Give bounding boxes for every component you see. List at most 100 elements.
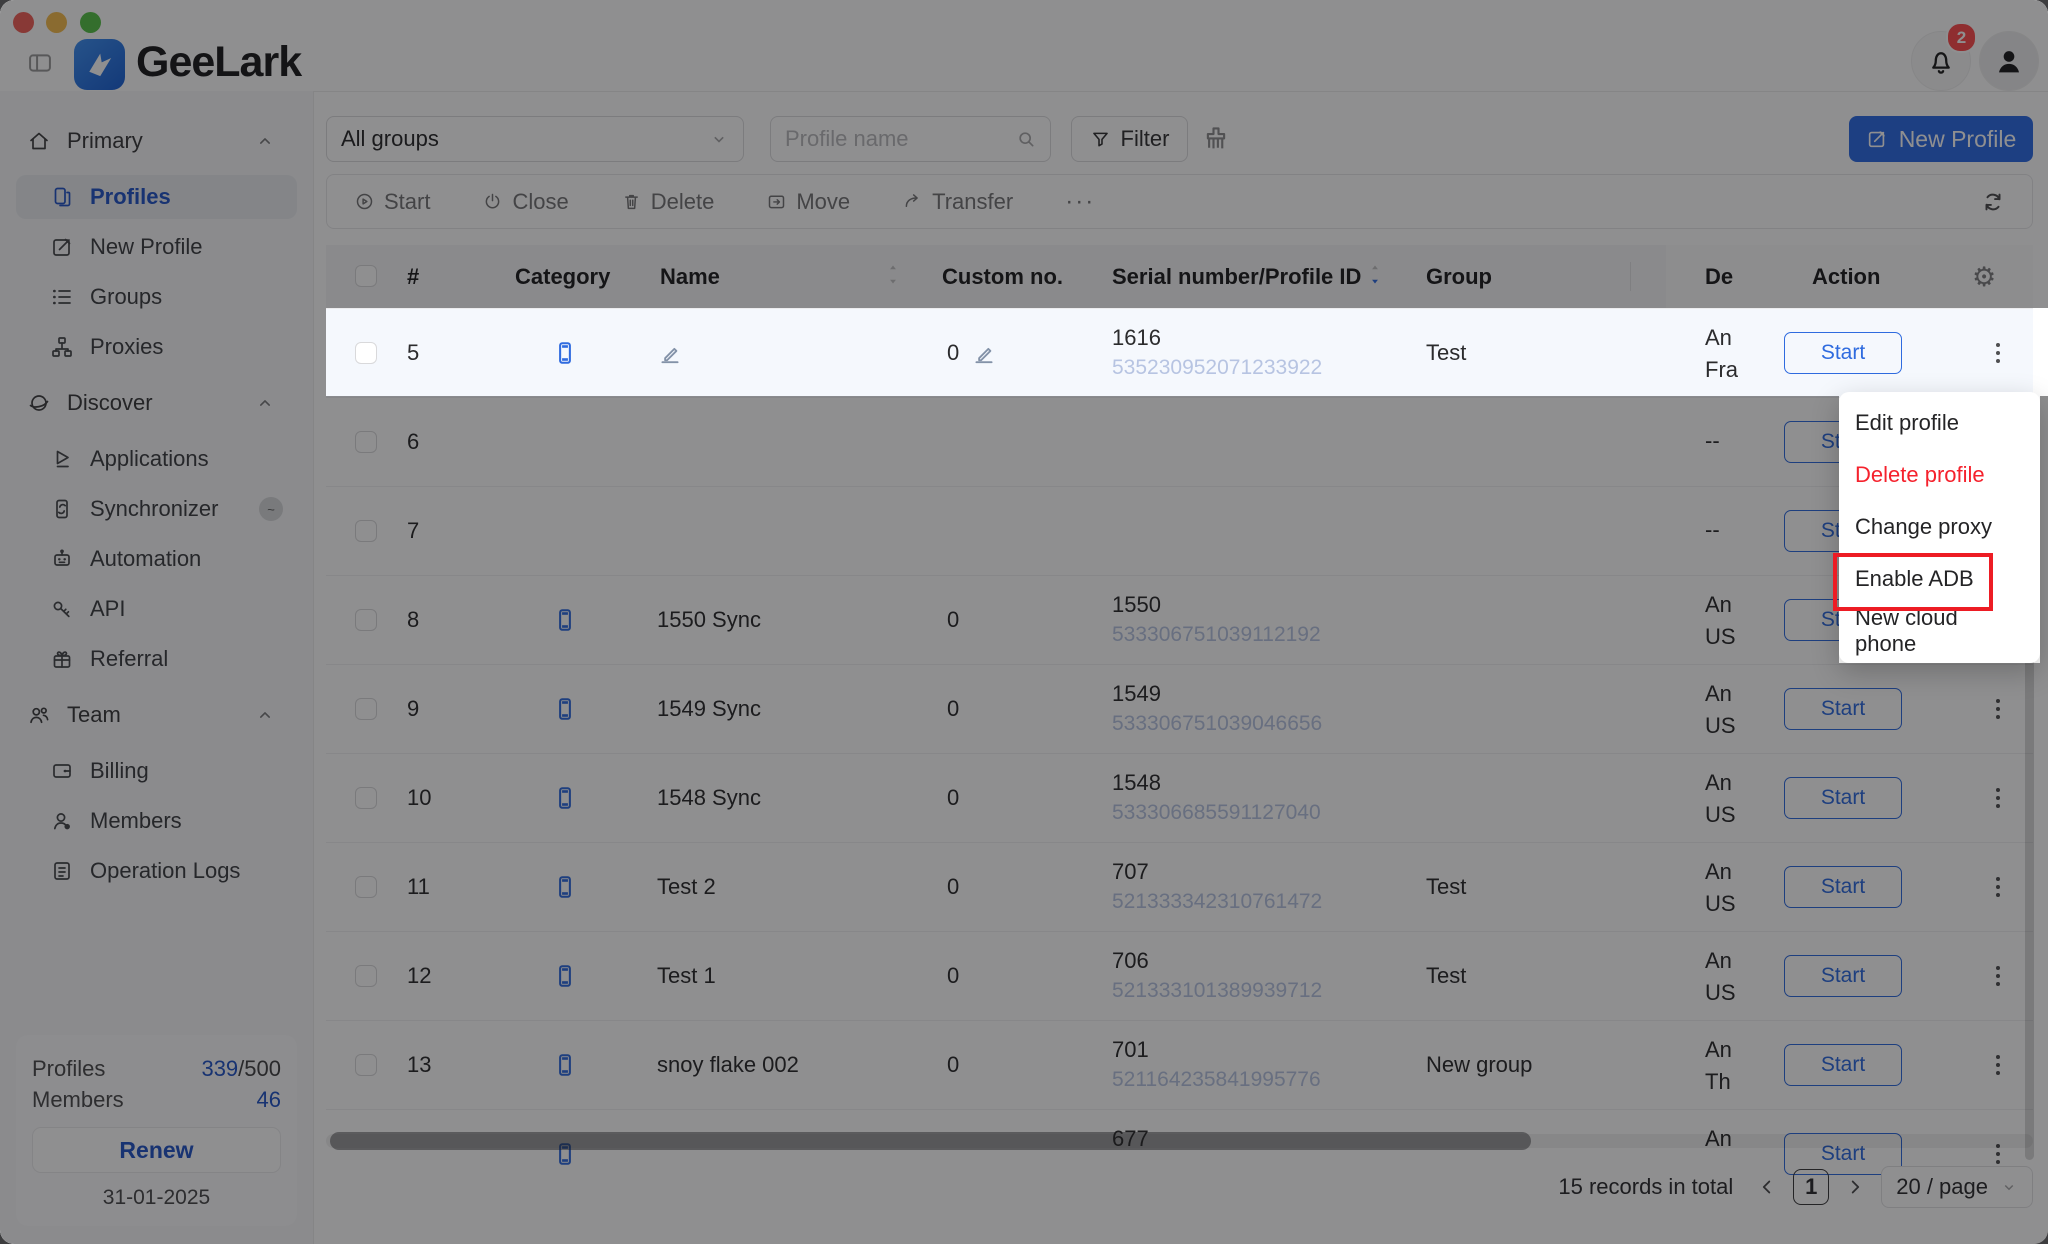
row-menu-button[interactable]	[1986, 958, 2010, 994]
page-size-select[interactable]: 20 / page	[1881, 1166, 2033, 1208]
profile-search-field[interactable]	[770, 116, 1051, 162]
custom-no-value: 0	[947, 340, 959, 366]
menu-item-enable-adb[interactable]: Enable ADB	[1839, 553, 2040, 605]
select-all-checkbox[interactable]	[355, 265, 377, 287]
menu-item-new-cloud-phone[interactable]: New cloud phone	[1839, 605, 2040, 657]
toolbar-delete-button[interactable]: Delete	[621, 189, 715, 215]
sidebar-item-groups[interactable]: Groups	[16, 275, 297, 319]
window-zoom-button[interactable]	[80, 12, 101, 33]
start-button[interactable]: Start	[1784, 1044, 1902, 1086]
prev-page-button[interactable]	[1756, 1176, 1778, 1198]
sidebar-item-members[interactable]: Members	[16, 799, 297, 843]
current-page-button[interactable]: 1	[1793, 1169, 1829, 1205]
serial-sort-control[interactable]	[1368, 259, 1382, 295]
row-checkbox[interactable]	[355, 431, 377, 453]
window-close-button[interactable]	[13, 12, 34, 33]
horizontal-scrollbar-thumb[interactable]	[330, 1132, 1531, 1150]
sidebar-item-api[interactable]: API	[16, 587, 297, 631]
device-line1: An	[1705, 325, 1732, 351]
profiles-icon	[50, 185, 74, 209]
renew-button[interactable]: Renew	[32, 1127, 281, 1173]
usage-card: Profiles 339/500 Members 46 Renew 31-01-…	[16, 1035, 297, 1226]
profile-name-text: Test 1	[657, 963, 716, 989]
sidebar-item-referral[interactable]: Referral	[16, 637, 297, 681]
category-phone-icon	[552, 1052, 578, 1078]
play-icon	[354, 191, 375, 212]
sidebar-item-applications[interactable]: Applications	[16, 437, 297, 481]
sidebar-item-proxies[interactable]: Proxies	[16, 325, 297, 369]
name-cell: 1549 Sync	[657, 665, 761, 753]
profile-id: 535230952071233922	[1112, 353, 1322, 383]
menu-item-delete-profile[interactable]: Delete profile	[1839, 449, 2040, 501]
serial-cell: 1616535230952071233922	[1112, 323, 1322, 383]
sidebar-section-primary[interactable]: Primary	[0, 113, 313, 169]
next-page-button[interactable]	[1844, 1176, 1866, 1198]
sidebar-item-new-profile[interactable]: New Profile	[16, 225, 297, 269]
toolbar-move-label: Move	[796, 189, 850, 215]
start-button[interactable]: Start	[1784, 688, 1902, 730]
sidebar-section-team[interactable]: Team	[0, 687, 313, 743]
row-menu-button[interactable]	[1986, 335, 2010, 371]
profiles-table: # Category Name Custom no. Serial number…	[326, 245, 2033, 1180]
row-checkbox[interactable]	[355, 609, 377, 631]
sidebar-item-synchronizer[interactable]: Synchronizer~	[16, 487, 297, 531]
members-icon	[50, 809, 74, 833]
menu-item-change-proxy[interactable]: Change proxy	[1839, 501, 2040, 553]
row-menu-button[interactable]	[1986, 691, 2010, 727]
app-title: GeeLark	[136, 38, 301, 87]
toolbar-transfer-button[interactable]: Transfer	[902, 189, 1013, 215]
table-row: 11Test 20707521333342310761472TestAnUSSt…	[326, 843, 2033, 932]
sidebar-section-discover[interactable]: Discover	[0, 375, 313, 431]
start-button[interactable]: Start	[1784, 777, 1902, 819]
sidebar-item-automation[interactable]: Automation	[16, 537, 297, 581]
device-line1: An	[1705, 859, 1732, 885]
start-button[interactable]: Start	[1784, 866, 1902, 908]
members-usage-value: 46	[257, 1087, 281, 1113]
category-phone-icon	[552, 340, 578, 366]
toolbar-start-button[interactable]: Start	[354, 189, 430, 215]
row-checkbox[interactable]	[355, 876, 377, 898]
operation-logs-icon	[50, 859, 74, 883]
start-button[interactable]: Start	[1784, 955, 1902, 997]
row-menu-button[interactable]	[1986, 869, 2010, 905]
group-filter-value: All groups	[341, 126, 439, 152]
proxies-icon	[50, 335, 74, 359]
toolbar-close-button[interactable]: Close	[482, 189, 568, 215]
window-minimize-button[interactable]	[46, 12, 67, 33]
menu-item-edit-profile[interactable]: Edit profile	[1839, 397, 2040, 449]
name-sort-control[interactable]	[886, 259, 900, 295]
table-settings-gear-icon[interactable]: ⚙	[1972, 259, 1996, 295]
group-filter-select[interactable]: All groups	[326, 116, 744, 162]
serial-cell: 1549533306751039046656	[1112, 679, 1322, 739]
custom-no-edit-icon[interactable]	[971, 340, 997, 366]
row-checkbox[interactable]	[355, 1054, 377, 1076]
group-cell: Test	[1426, 932, 1466, 1020]
refresh-icon[interactable]	[1980, 189, 2006, 215]
row-menu-button[interactable]	[1986, 1047, 2010, 1083]
toolbar-move-button[interactable]: Move	[766, 189, 850, 215]
sidebar-item-operation-logs[interactable]: Operation Logs	[16, 849, 297, 893]
custom-no-value: 0	[947, 874, 959, 900]
sidebar-item-billing[interactable]: Billing	[16, 749, 297, 793]
new-profile-button[interactable]: New Profile	[1849, 116, 2033, 162]
user-avatar[interactable]	[1979, 31, 2039, 91]
row-menu-button[interactable]	[1986, 780, 2010, 816]
custom-no-value: 0	[947, 963, 959, 989]
row-checkbox[interactable]	[355, 965, 377, 987]
row-checkbox[interactable]	[355, 698, 377, 720]
filter-button[interactable]: Filter	[1071, 116, 1188, 162]
name-edit-icon[interactable]	[657, 340, 683, 366]
device-cell: --	[1705, 487, 1742, 575]
column-divider	[1630, 262, 1631, 291]
search-input[interactable]	[785, 126, 985, 152]
start-button[interactable]: Start	[1784, 332, 1902, 374]
clear-filter-icon[interactable]	[1201, 124, 1231, 154]
row-checkbox[interactable]	[355, 787, 377, 809]
row-checkbox[interactable]	[355, 342, 377, 364]
device-cell: AnUS	[1705, 754, 1742, 842]
sidebar-toggle-icon[interactable]	[26, 49, 54, 77]
sidebar-item-profiles[interactable]: Profiles	[16, 175, 297, 219]
profile-name-text: 1549 Sync	[657, 696, 761, 722]
row-checkbox[interactable]	[355, 520, 377, 542]
more-actions-button[interactable]: ···	[1065, 188, 1095, 216]
